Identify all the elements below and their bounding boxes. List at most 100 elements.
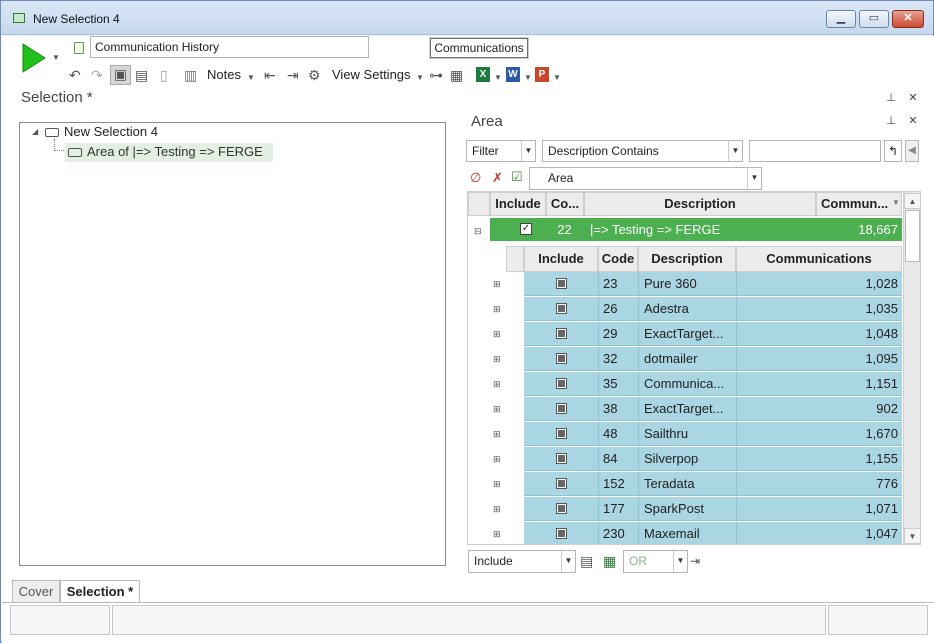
expand-row-icon[interactable]: ⊞ <box>493 404 501 415</box>
settings-gear-icon[interactable]: ⚙ <box>308 67 321 83</box>
table-select-button[interactable]: Communications <box>429 37 529 59</box>
notes-dropdown-icon[interactable]: ▼ <box>247 70 255 86</box>
checklist-icon[interactable]: ☑ <box>511 169 523 185</box>
area-close-icon[interactable]: ✕ <box>904 112 922 130</box>
child-col-header-communications[interactable]: Communications <box>736 246 902 272</box>
include-checkbox[interactable] <box>556 378 567 389</box>
tree-root-node[interactable]: New Selection 4 <box>64 124 158 139</box>
word-export-icon[interactable]: W <box>506 67 520 82</box>
word-dropdown-icon[interactable]: ▼ <box>524 70 532 86</box>
expand-row-icon[interactable]: ⊞ <box>493 329 501 340</box>
scroll-up-icon[interactable]: ▲ <box>904 193 920 209</box>
expand-row-icon[interactable]: ⊞ <box>493 504 501 515</box>
expand-row-icon[interactable]: ⊞ <box>493 479 501 490</box>
tree-structure-icon[interactable]: ⊶ <box>429 67 443 83</box>
apply-filter-icon[interactable]: ↰ <box>884 140 902 162</box>
expand-row-icon[interactable]: ⊞ <box>493 304 501 315</box>
filter-select[interactable]: Filter ▼ <box>466 140 536 162</box>
collapse-row-icon[interactable]: ⊟ <box>474 226 482 237</box>
powerpoint-dropdown-icon[interactable]: ▼ <box>553 70 561 86</box>
row-description: ExactTarget... <box>644 326 724 341</box>
status-segment-2 <box>112 605 826 635</box>
tree-child-node[interactable]: Area of |=> Testing => FERGE <box>87 144 263 159</box>
include-checkbox[interactable] <box>556 453 567 464</box>
column-filter-icon[interactable]: ▼ <box>892 198 900 207</box>
run-play-icon[interactable] <box>21 42 47 74</box>
filter-mode-select[interactable]: Description Contains ▼ <box>542 140 743 162</box>
field-select[interactable]: Area ▼ <box>529 167 762 190</box>
clear-filter-icon[interactable]: ∅ <box>470 170 481 186</box>
scroll-left-icon[interactable]: ◀ <box>905 140 919 162</box>
include-select[interactable]: Include ▼ <box>468 550 576 573</box>
close-button[interactable]: ✕ <box>892 10 924 28</box>
col-header-communications[interactable]: Commun... <box>816 192 902 216</box>
maximize-button[interactable]: ▭ <box>859 10 889 28</box>
expand-row-icon[interactable]: ⊞ <box>493 279 501 290</box>
apply-arrow-icon[interactable]: ⇥ <box>690 554 700 568</box>
col-header-expand <box>468 192 490 216</box>
tree-collapse-icon[interactable]: ◢ <box>32 127 38 136</box>
expand-row-icon[interactable]: ⊞ <box>493 354 501 365</box>
cell-divider <box>598 422 599 446</box>
include-checkbox[interactable] <box>556 428 567 439</box>
save-icon[interactable]: ▤ <box>135 67 148 83</box>
col-header-description[interactable]: Description <box>584 192 816 216</box>
database-icon[interactable]: ▯ <box>160 67 168 83</box>
row-description: dotmailer <box>644 351 698 366</box>
cell-divider <box>736 347 737 371</box>
include-checkbox[interactable] <box>556 503 567 514</box>
minimize-button[interactable]: ▁ <box>826 10 856 28</box>
excel-export-icon[interactable]: X <box>476 67 490 82</box>
view-settings-button[interactable]: View Settings <box>332 67 411 82</box>
row-communications: 1,095 <box>865 351 898 366</box>
outdent-icon[interactable]: ⇤ <box>264 67 276 83</box>
expand-row-icon[interactable]: ⊞ <box>493 379 501 390</box>
selection-name-input[interactable]: Communication History <box>90 36 369 58</box>
include-checkbox[interactable] <box>556 303 567 314</box>
include-checkbox[interactable] <box>556 528 567 539</box>
child-col-header-description[interactable]: Description <box>638 246 736 272</box>
edit-list-icon[interactable]: ▤ <box>580 553 593 570</box>
include-checkbox[interactable] <box>556 353 567 364</box>
include-checkbox[interactable] <box>556 478 567 489</box>
filter-value-input[interactable] <box>749 140 881 162</box>
vertical-scrollbar[interactable]: ▲ ▼ <box>903 192 920 544</box>
selection-pin-icon[interactable]: ⊥ <box>882 89 900 107</box>
parent-include-checkbox[interactable]: ✓ <box>520 223 532 235</box>
tab-selection[interactable]: Selection * <box>60 580 140 602</box>
scrollbar-thumb[interactable] <box>905 210 920 262</box>
powerpoint-export-icon[interactable]: P <box>535 67 549 82</box>
scroll-down-icon[interactable]: ▼ <box>904 528 920 544</box>
row-description: Maxemail <box>644 526 700 541</box>
child-col-header-include[interactable]: Include <box>524 246 598 272</box>
operator-select-value: OR <box>629 554 647 568</box>
include-checkbox[interactable] <box>556 403 567 414</box>
expand-row-icon[interactable]: ⊞ <box>493 429 501 440</box>
clipboard-icon[interactable]: ▥ <box>184 67 197 83</box>
lock-icon[interactable]: ▣ <box>110 65 131 85</box>
col-header-code[interactable]: Co... <box>546 192 584 216</box>
operator-select[interactable]: OR ▼ <box>623 550 688 573</box>
row-communications: 1,155 <box>865 451 898 466</box>
tab-cover[interactable]: Cover <box>12 580 60 602</box>
remove-filter-icon[interactable]: ✗ <box>492 170 503 186</box>
view-settings-dropdown-icon[interactable]: ▼ <box>416 70 424 86</box>
undo-icon[interactable]: ↶ <box>69 67 81 83</box>
run-dropdown-icon[interactable]: ▼ <box>52 50 60 66</box>
row-description: Silverpop <box>644 451 699 466</box>
grid-view-icon[interactable]: ▦ <box>450 67 463 83</box>
indent-icon[interactable]: ⇥ <box>287 67 299 83</box>
expand-row-icon[interactable]: ⊞ <box>493 529 501 540</box>
excel-dropdown-icon[interactable]: ▼ <box>494 70 502 86</box>
parent-description: |=> Testing => FERGE <box>590 222 721 237</box>
include-checkbox[interactable] <box>556 328 567 339</box>
area-pin-icon[interactable]: ⊥ <box>882 112 900 130</box>
col-header-include[interactable]: Include <box>490 192 546 216</box>
notes-button[interactable]: Notes <box>207 67 241 82</box>
table-grid-icon[interactable]: ▦ <box>603 553 616 570</box>
child-col-header-code[interactable]: Code <box>598 246 638 272</box>
include-checkbox[interactable] <box>556 278 567 289</box>
expand-row-icon[interactable]: ⊞ <box>493 454 501 465</box>
selection-close-icon[interactable]: ✕ <box>904 89 922 107</box>
redo-icon[interactable]: ↷ <box>91 67 103 83</box>
